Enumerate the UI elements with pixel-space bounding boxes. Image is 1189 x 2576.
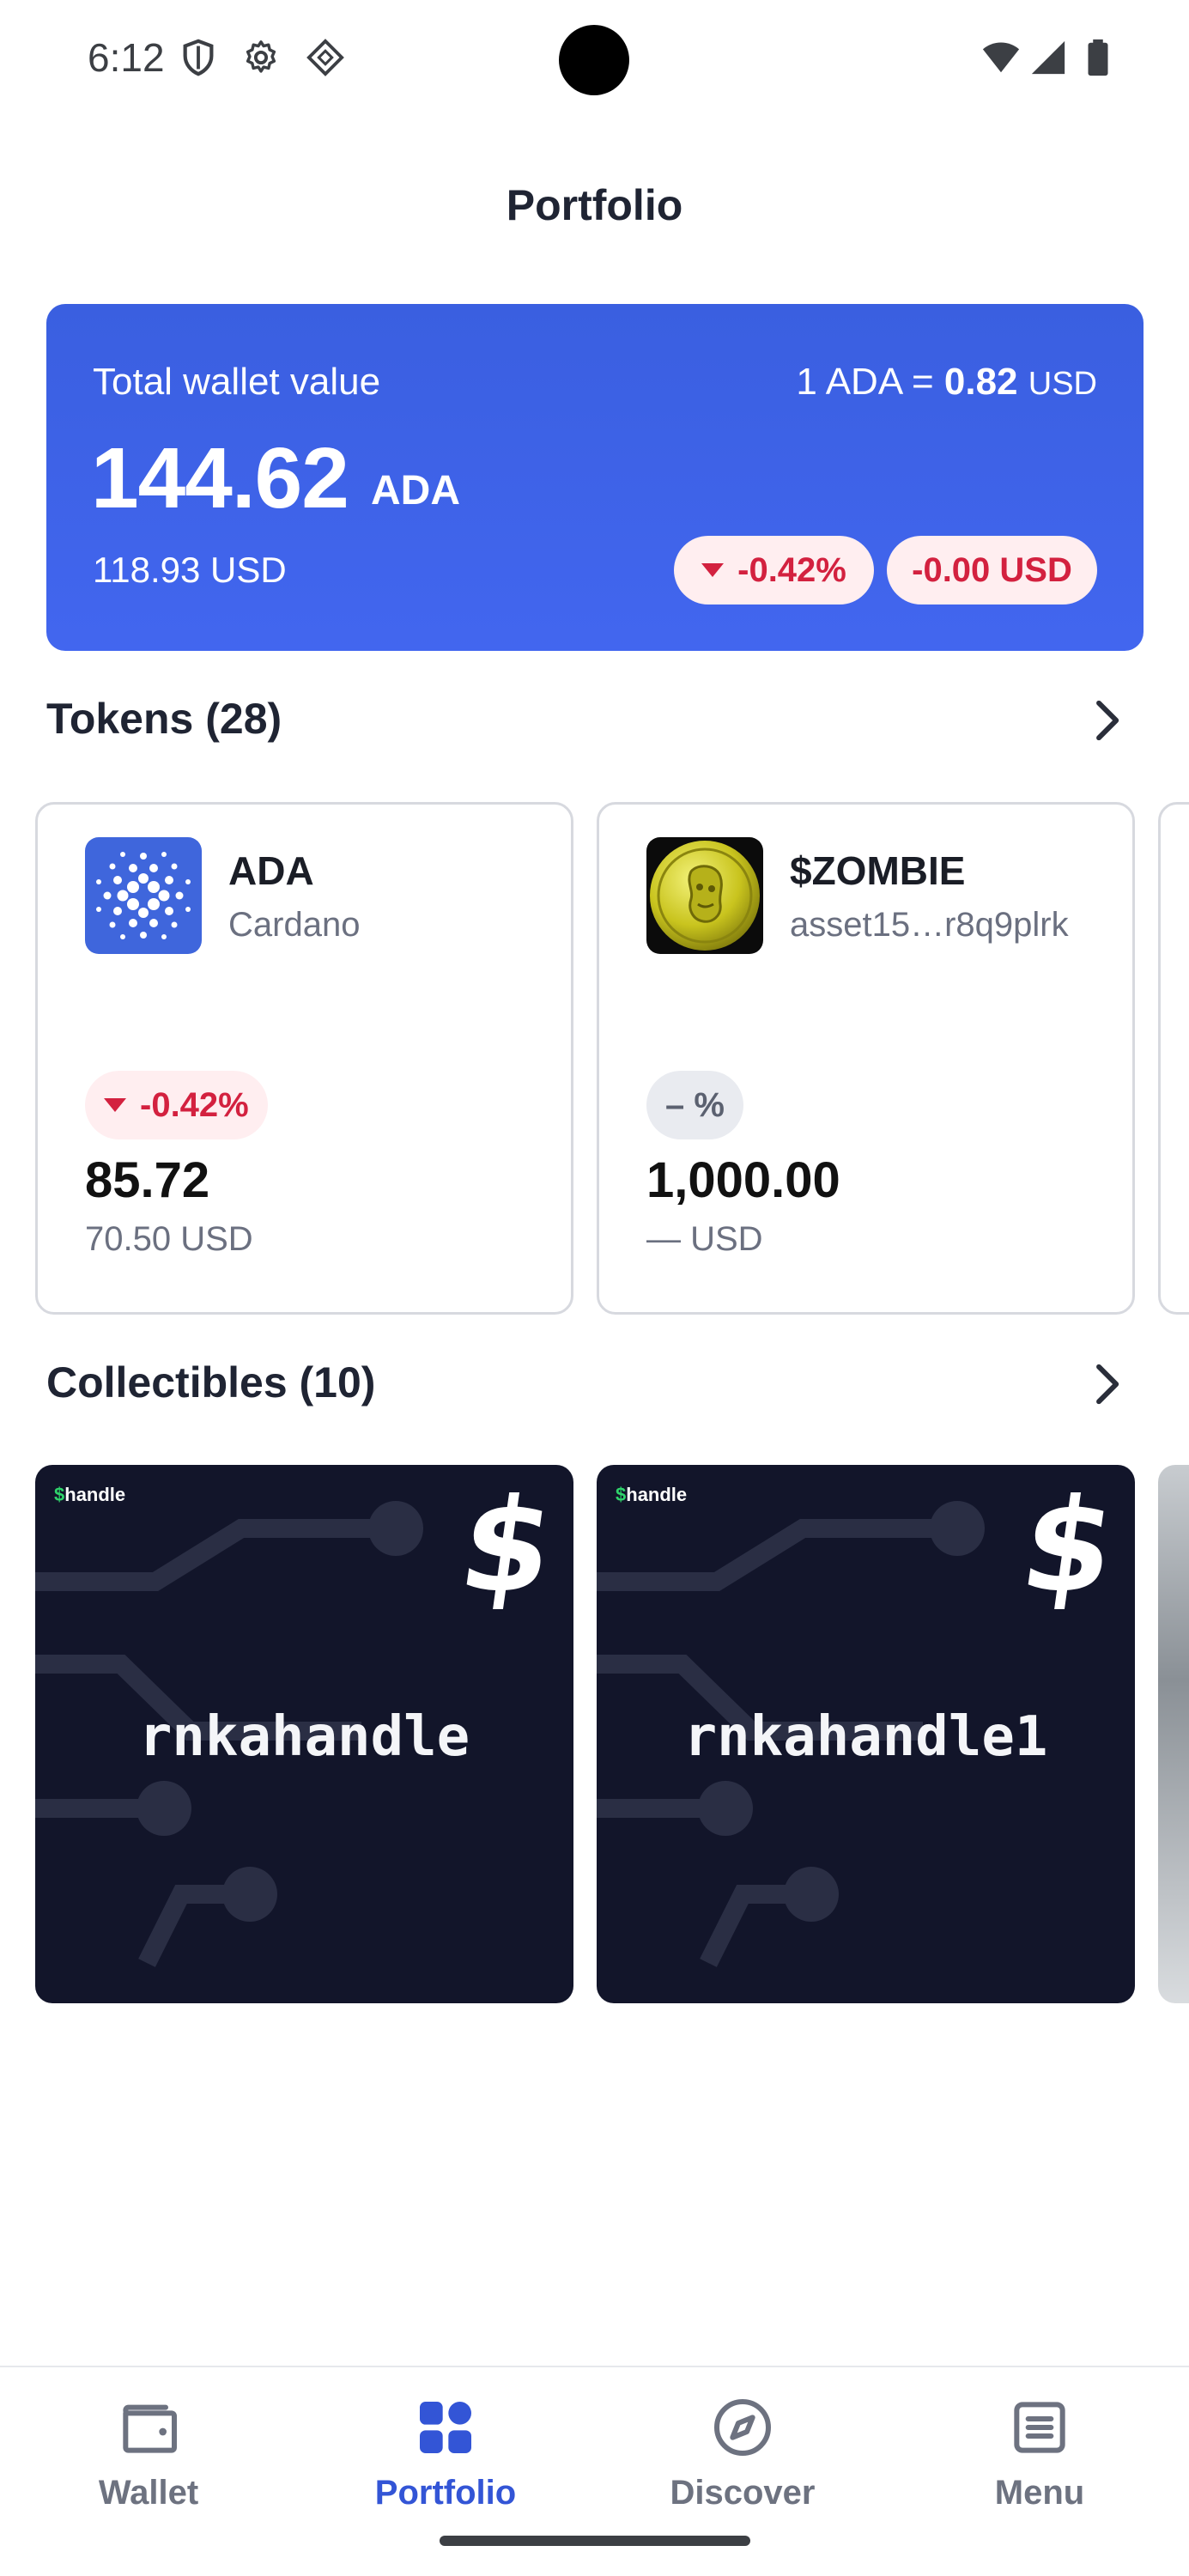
collectibles-chevron-right-icon[interactable] bbox=[1083, 1361, 1130, 1407]
token-change-badge: -0.42% bbox=[85, 1071, 268, 1139]
collectible-name: rnkahandle bbox=[138, 1705, 470, 1769]
token-amount: 1,000.00 bbox=[646, 1152, 840, 1208]
nav-item-wallet[interactable]: Wallet bbox=[0, 2393, 297, 2522]
tokens-chevron-right-icon[interactable] bbox=[1083, 697, 1130, 744]
zombie-coin-icon bbox=[646, 837, 763, 954]
menu-icon bbox=[1014, 2402, 1065, 2453]
tokens-section-title[interactable]: Tokens (28) bbox=[46, 694, 282, 744]
battery-icon bbox=[1088, 39, 1108, 76]
nav-label: Menu bbox=[994, 2474, 1085, 2512]
shield-icon bbox=[183, 39, 214, 76]
wifi-icon bbox=[982, 42, 1020, 73]
wallet-value-unit: ADA bbox=[371, 468, 460, 513]
signal-icon bbox=[1031, 40, 1065, 75]
status-bar: 6:12 bbox=[0, 0, 1189, 120]
token-change: -0.42% bbox=[140, 1085, 249, 1124]
exchange-rate-prefix: 1 ADA = bbox=[796, 361, 944, 403]
portfolio-icon bbox=[420, 2402, 471, 2453]
page-title: Portfolio bbox=[506, 181, 683, 229]
handle-brand: $handle bbox=[54, 1484, 126, 1505]
collectibles-section-title[interactable]: Collectibles (10) bbox=[46, 1358, 375, 1407]
nav-label: Portfolio bbox=[374, 2474, 517, 2512]
token-card[interactable]: ADA Cardano -0.42% 85.72 70.50 USD bbox=[35, 802, 573, 1315]
exchange-rate: 1 ADA = 0.82 USD bbox=[796, 361, 1097, 404]
token-card[interactable]: $ZOMBIE asset15…r8q9plrk – % 1,000.00 — … bbox=[597, 802, 1135, 1315]
compass-icon bbox=[714, 2399, 771, 2456]
diamond-icon bbox=[306, 39, 344, 76]
collectible-name: rnkahandle1 bbox=[683, 1705, 1048, 1769]
token-usd-value: 70.50 USD bbox=[85, 1220, 253, 1258]
token-change-badge: – % bbox=[646, 1071, 743, 1139]
nav-item-discover[interactable]: Discover bbox=[594, 2393, 891, 2522]
down-triangle-icon bbox=[104, 1098, 126, 1112]
handle-brand: $handle bbox=[616, 1484, 688, 1505]
cardano-icon bbox=[85, 837, 202, 954]
collectible-card[interactable]: $handle $ rnkahandle bbox=[35, 1465, 573, 2003]
wallet-change-percent-badge: -0.42% bbox=[674, 536, 874, 605]
status-time: 6:12 bbox=[88, 35, 165, 80]
home-indicator[interactable] bbox=[440, 2536, 750, 2546]
wallet-change-usd-badge: -0.00 USD bbox=[887, 536, 1097, 605]
exchange-rate-unit: USD bbox=[1028, 366, 1097, 402]
wallet-change-usd: -0.00 USD bbox=[912, 550, 1072, 589]
collectible-card-peek[interactable] bbox=[1158, 1465, 1189, 2003]
nav-label: Wallet bbox=[98, 2474, 199, 2512]
nav-item-portfolio[interactable]: Portfolio bbox=[297, 2393, 594, 2522]
wallet-usd-value: 118.93 USD bbox=[93, 550, 287, 590]
wallet-value-card: Total wallet value 1 ADA = 0.82 USD 144.… bbox=[46, 304, 1144, 651]
nav-label: Discover bbox=[670, 2474, 816, 2512]
token-amount: 85.72 bbox=[85, 1152, 210, 1208]
exchange-rate-value: 0.82 bbox=[943, 361, 1018, 403]
token-subtitle: asset15…r8q9plrk bbox=[790, 906, 1069, 944]
token-card-peek[interactable] bbox=[1158, 802, 1189, 1315]
down-triangle-icon bbox=[701, 563, 725, 577]
token-usd-value: — USD bbox=[646, 1220, 763, 1258]
collectible-card[interactable]: $handle $ rnkahandle1 bbox=[597, 1465, 1135, 2003]
token-subtitle: Cardano bbox=[228, 906, 361, 944]
nav-item-menu[interactable]: Menu bbox=[891, 2393, 1188, 2522]
token-name: $ZOMBIE bbox=[790, 848, 966, 893]
wallet-icon bbox=[123, 2404, 177, 2453]
wallet-value-label: Total wallet value bbox=[93, 361, 381, 403]
wallet-change-percent: -0.42% bbox=[737, 550, 846, 589]
gear-icon bbox=[246, 40, 276, 73]
wallet-total-value: 144.62 bbox=[91, 430, 349, 526]
token-change: – % bbox=[665, 1085, 725, 1124]
token-name: ADA bbox=[228, 848, 314, 893]
front-camera bbox=[559, 25, 629, 95]
